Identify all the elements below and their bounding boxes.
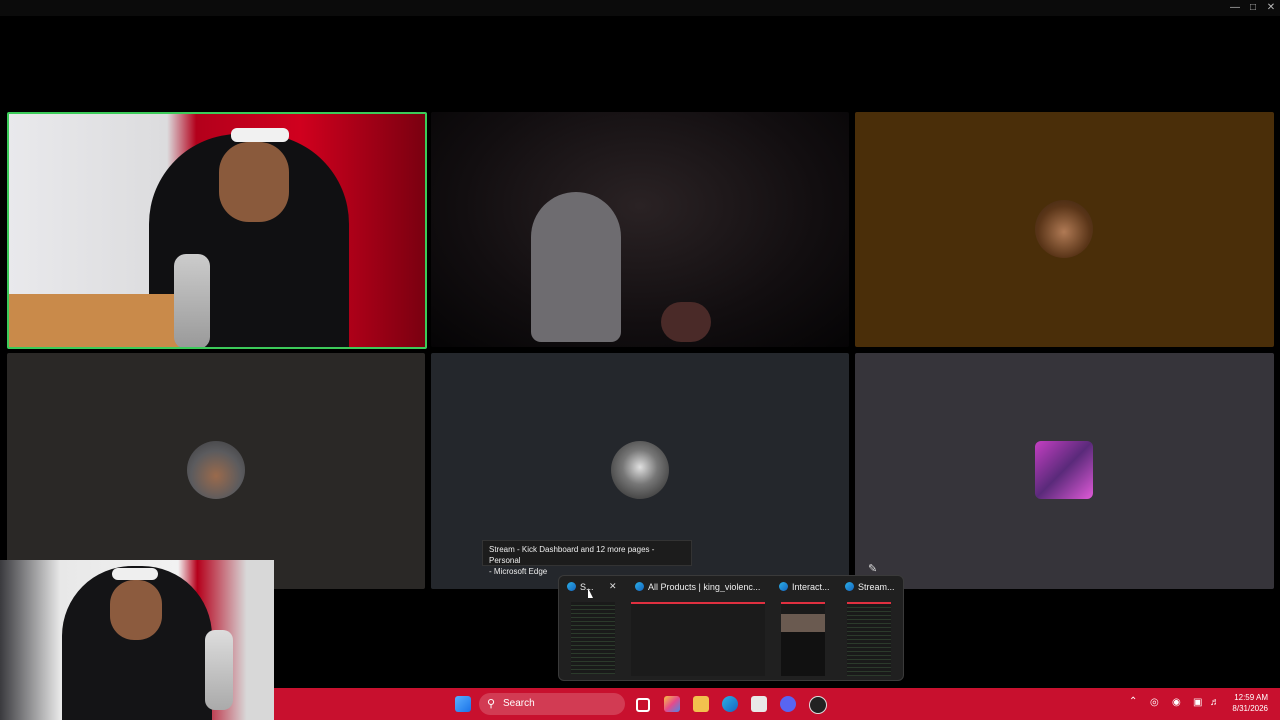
file-explorer-icon[interactable] <box>693 696 709 712</box>
chevron-up-icon[interactable]: ⌃ <box>1129 696 1137 707</box>
clock-date: 8/31/2026 <box>1232 704 1268 713</box>
thumbnail-title: Stream... <box>858 582 895 592</box>
participant-avatar <box>1035 200 1093 258</box>
taskbar-thumbnail-group: S... ✕ All Products | king_violenc... In… <box>558 575 904 681</box>
participant-video <box>531 192 621 342</box>
face <box>110 580 162 640</box>
close-icon[interactable]: ✕ <box>609 581 617 592</box>
volume-icon[interactable]: ♬ <box>1210 697 1220 708</box>
edge-icon <box>845 582 854 591</box>
mic-muted-icon: ✎ <box>868 563 878 575</box>
network-icon[interactable]: ◎ <box>1150 697 1159 708</box>
search-label: Search <box>503 698 535 709</box>
display-icon[interactable]: ▣ <box>1193 697 1202 708</box>
headband <box>112 568 158 580</box>
clock-time: 12:59 AM <box>1234 693 1268 702</box>
thumbnail-window-4[interactable]: Stream... <box>839 576 901 680</box>
taskbar-search[interactable]: ⚲ Search <box>479 693 625 715</box>
edge-icon <box>779 582 788 591</box>
tooltip-line-1: Stream - Kick Dashboard and 12 more page… <box>489 545 655 565</box>
edge-icon <box>567 582 576 591</box>
thumbnail-preview <box>847 602 891 676</box>
thumbnail-preview <box>631 602 765 676</box>
thumbnail-window-2[interactable]: All Products | king_violenc... <box>629 576 769 680</box>
hand <box>661 302 711 342</box>
window-title-bar: — □ ✕ <box>0 0 1280 16</box>
webcam-overlay <box>0 560 274 720</box>
mouse-cursor-icon <box>588 588 593 598</box>
participant-avatar <box>611 441 669 499</box>
microphone-icon[interactable]: ◉ <box>1172 697 1181 708</box>
thumbnail-window-1[interactable]: S... ✕ <box>561 576 625 680</box>
taskbar-clock[interactable]: 12:59 AM 8/31/2026 <box>1232 692 1268 714</box>
microphone <box>174 254 210 347</box>
minimize-icon[interactable]: — <box>1228 1 1242 15</box>
desk <box>9 294 179 347</box>
thumbnail-title: Interact... <box>792 582 830 592</box>
store-icon[interactable] <box>751 696 767 712</box>
taskbar-tooltip: Stream - Kick Dashboard and 12 more page… <box>482 540 692 576</box>
participant-tile-2[interactable] <box>431 112 849 347</box>
thumbnail-preview <box>781 602 825 676</box>
task-view-icon[interactable] <box>636 698 650 712</box>
thumbnail-window-3[interactable]: Interact... <box>773 576 837 680</box>
microphone <box>205 630 233 710</box>
windows-start-icon[interactable] <box>455 696 471 712</box>
face <box>219 142 289 222</box>
participant-avatar <box>187 441 245 499</box>
edge-icon <box>635 582 644 591</box>
search-icon: ⚲ <box>487 698 496 710</box>
participant-tile-4[interactable] <box>7 353 425 589</box>
taskbar: ⚲ Search ⌃ ◎ ◉ ▣ ♬ 12:59 AM 8/31/2026 <box>274 688 1280 720</box>
participant-tile-3[interactable] <box>855 112 1274 347</box>
maximize-icon[interactable]: □ <box>1246 1 1260 15</box>
participant-avatar <box>1035 441 1093 499</box>
thumbnail-preview <box>571 602 615 674</box>
close-icon[interactable]: ✕ <box>1264 1 1278 15</box>
participant-tile-6[interactable] <box>855 353 1274 589</box>
thumbnail-title: All Products | king_violenc... <box>648 582 761 592</box>
participant-tile-1[interactable] <box>7 112 427 349</box>
copilot-icon[interactable] <box>664 696 680 712</box>
discord-icon[interactable] <box>780 696 796 712</box>
edge-icon[interactable] <box>722 696 738 712</box>
obs-icon[interactable] <box>809 696 827 714</box>
headband <box>231 128 289 142</box>
